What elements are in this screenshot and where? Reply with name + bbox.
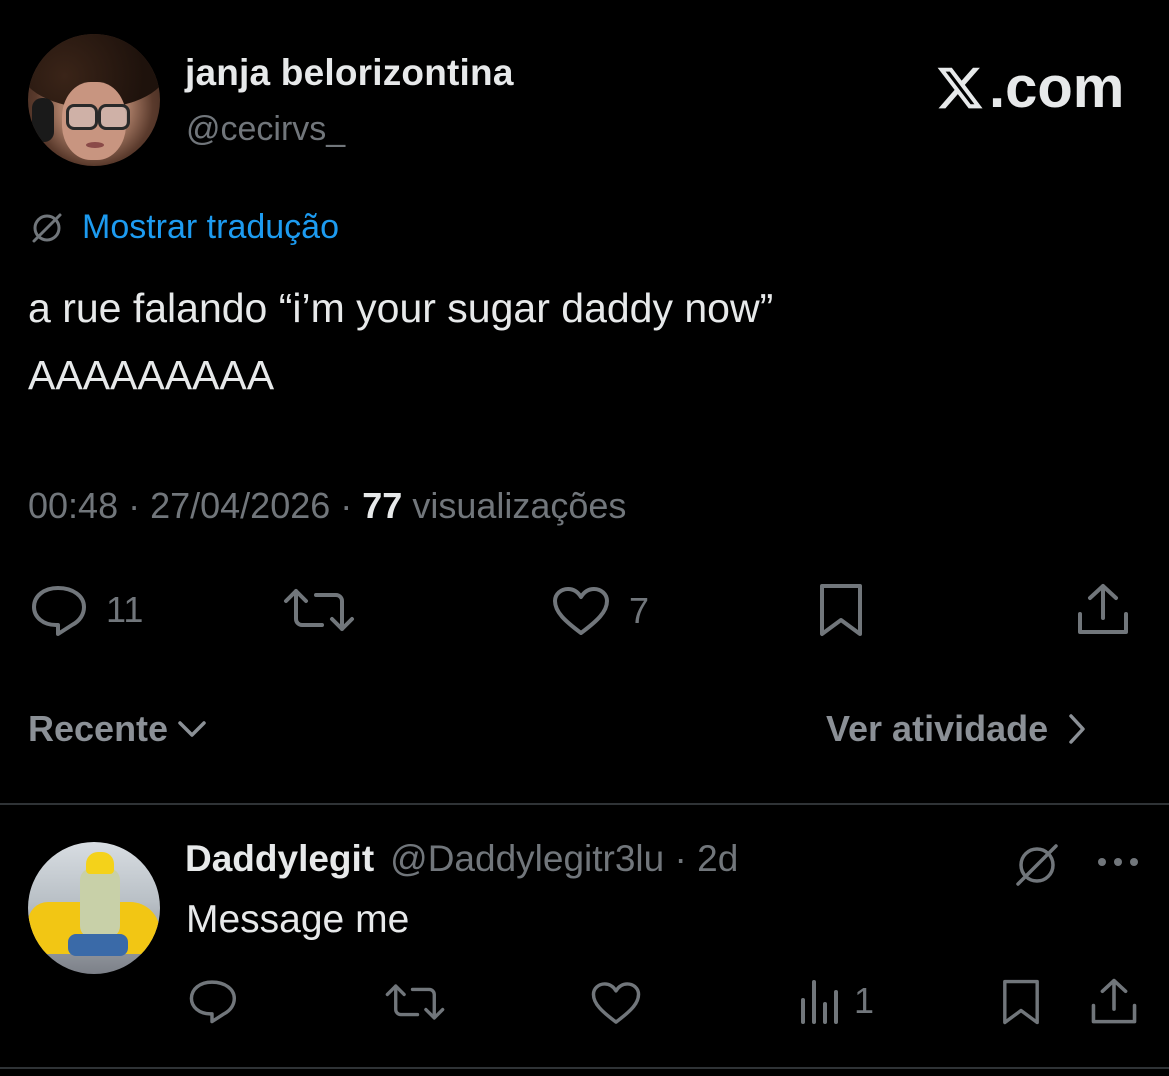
chevron-down-icon	[176, 717, 208, 741]
reply-retweet-button[interactable]	[384, 981, 446, 1023]
translate-label: Mostrar tradução	[82, 208, 339, 246]
like-icon	[551, 585, 611, 637]
tweet-text: a rue falando “i’m your sugar daddy now”…	[28, 275, 773, 409]
author-handle[interactable]: @cecirvs_	[186, 110, 345, 149]
sort-label: Recente	[28, 708, 169, 749]
reply-display-name[interactable]: Daddylegit	[185, 838, 374, 880]
reply-button[interactable]: 11	[28, 582, 143, 638]
translate-icon	[28, 209, 66, 247]
tweet-time[interactable]: 00:48	[28, 485, 118, 526]
activity-label: Ver atividade	[826, 708, 1049, 749]
reply-views-count: 1	[854, 980, 875, 1021]
retweet-icon	[384, 981, 446, 1023]
reply-like-button[interactable]	[590, 980, 642, 1026]
meta-separator: ·	[330, 485, 363, 526]
chevron-right-icon	[1066, 712, 1088, 746]
share-icon	[1074, 582, 1132, 638]
grok-icon	[1012, 840, 1062, 890]
like-button[interactable]: 7	[551, 585, 649, 637]
views-count: 77	[362, 485, 403, 526]
retweet-icon	[282, 585, 356, 635]
more-button[interactable]	[1096, 852, 1140, 872]
sort-dropdown[interactable]: Recente	[28, 708, 208, 750]
reply-header: Daddylegit @Daddylegitr3lu · 2d	[185, 838, 738, 880]
reply-views-button[interactable]: 1	[798, 978, 874, 1024]
like-count: 7	[629, 590, 650, 631]
reply-author-avatar[interactable]	[28, 842, 160, 974]
tweet-text-line-1: a rue falando “i’m your sugar daddy now”	[28, 285, 774, 331]
tweet-text-line-2: AAAAAAAAA	[28, 352, 275, 398]
x-logo-icon	[933, 63, 989, 113]
bookmark-icon	[998, 977, 1044, 1027]
author-avatar[interactable]	[28, 34, 160, 166]
tweet-date[interactable]: 27/04/2026	[150, 485, 330, 526]
like-icon	[590, 980, 642, 1026]
divider	[0, 1067, 1169, 1069]
author-display-name[interactable]: janja belorizontina	[185, 52, 514, 94]
reply-age[interactable]: 2d	[697, 838, 738, 880]
reply-icon	[186, 977, 238, 1025]
views-icon	[798, 978, 840, 1024]
reply-count: 11	[106, 589, 144, 630]
retweet-button[interactable]	[282, 585, 356, 635]
divider	[0, 803, 1169, 805]
view-activity-link[interactable]: Ver atividade	[826, 708, 1088, 750]
reply-separator: ·	[664, 838, 698, 879]
reply-handle[interactable]: @Daddylegitr3lu	[390, 838, 664, 880]
more-icon	[1096, 852, 1140, 872]
share-icon	[1088, 977, 1140, 1027]
reply-bookmark-button[interactable]	[998, 977, 1044, 1027]
meta-separator: ·	[118, 485, 151, 526]
bookmark-button[interactable]	[814, 582, 868, 638]
show-translation-link[interactable]: Mostrar tradução	[28, 208, 339, 247]
share-button[interactable]	[1074, 582, 1132, 638]
reply-icon	[28, 582, 88, 638]
grok-button[interactable]	[1012, 840, 1062, 890]
reply-reply-button[interactable]	[186, 977, 238, 1025]
x-com-brand: .com	[933, 54, 1124, 121]
reply-share-button[interactable]	[1088, 977, 1140, 1027]
brand-domain: .com	[989, 55, 1125, 120]
views-label: visualizações	[402, 485, 627, 526]
reply-text: Message me	[186, 898, 410, 941]
tweet-meta: 00:48 · 27/04/2026 · 77 visualizações	[28, 485, 626, 527]
bookmark-icon	[814, 582, 868, 638]
